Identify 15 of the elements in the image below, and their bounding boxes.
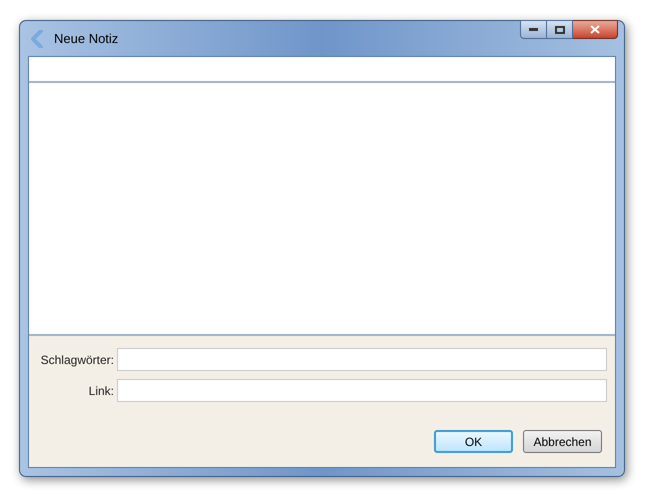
close-button[interactable] xyxy=(573,20,618,39)
field-label: Schlagwörter: xyxy=(40,352,115,368)
maximize-button[interactable] xyxy=(547,20,573,39)
field-label: Link: xyxy=(88,382,115,400)
minimize-button[interactable] xyxy=(520,20,547,39)
dialog-button[interactable]: Abbrechen xyxy=(523,430,602,453)
title-field[interactable] xyxy=(29,57,615,83)
maximize-icon xyxy=(554,26,564,34)
back-button[interactable] xyxy=(28,28,46,48)
minimize-icon xyxy=(529,28,538,31)
window-title: Neue Notiz xyxy=(54,30,118,48)
input-field[interactable] xyxy=(117,379,607,402)
close-icon xyxy=(590,25,600,34)
dialog-button[interactable]: OK xyxy=(434,430,513,453)
input-field[interactable] xyxy=(117,348,607,371)
